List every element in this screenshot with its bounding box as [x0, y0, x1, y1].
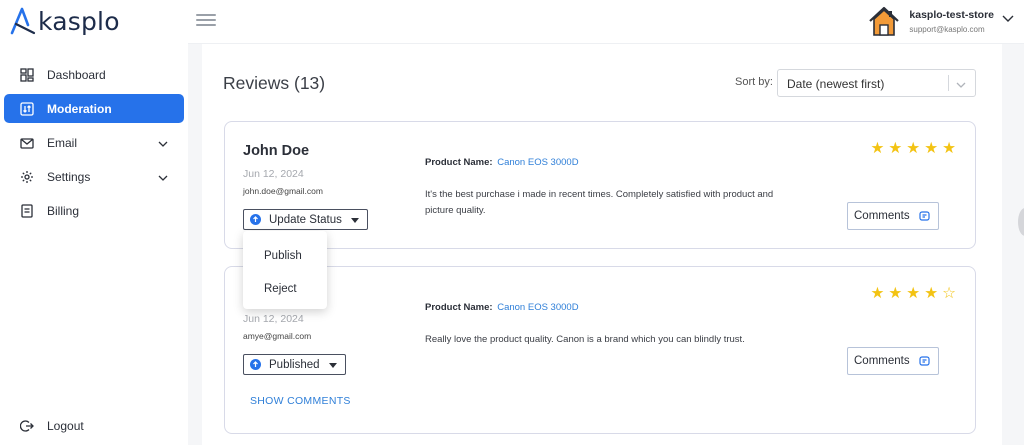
- dashboard-icon: [20, 67, 34, 82]
- chevron-down-icon: [158, 137, 168, 151]
- logo-mark-icon: [10, 7, 36, 35]
- sidebar-item-dashboard[interactable]: Dashboard: [4, 60, 184, 89]
- kasplo-logo[interactable]: kasplo: [10, 4, 120, 38]
- chevron-down-icon[interactable]: [1002, 10, 1014, 28]
- store-name: kasplo-test-store: [909, 8, 994, 21]
- reviewer-name: John Doe: [243, 143, 310, 159]
- status-label: Update Status: [269, 213, 342, 226]
- review-text: Really love the product quality. Canon i…: [425, 334, 745, 345]
- star-filled-icon: ★: [906, 140, 921, 157]
- top-bar: kasplo-test-store support@kasplo.com: [188, 0, 1024, 44]
- product-link[interactable]: Canon EOS 3000D: [497, 302, 578, 313]
- billing-icon: [20, 203, 34, 218]
- star-filled-icon: ★: [942, 140, 956, 157]
- sidebar-item-moderation[interactable]: Moderation: [4, 94, 184, 123]
- product-line: Product Name: Canon EOS 3000D: [425, 302, 579, 313]
- reviewer-email: john.doe@gmail.com: [243, 186, 323, 196]
- show-comments-link[interactable]: SHOW COMMENTS: [250, 395, 351, 407]
- reviewer-email: amye@gmail.com: [243, 331, 312, 341]
- star-filled-icon: ★: [888, 285, 903, 302]
- comment-icon: [919, 355, 930, 367]
- chevron-down-icon: [956, 78, 966, 92]
- arrow-up-circle-icon: [250, 214, 261, 225]
- logout-button[interactable]: Logout: [20, 419, 84, 433]
- sidebar-item-label: Billing: [47, 203, 80, 218]
- menu-item-reject[interactable]: Reject: [243, 272, 327, 305]
- sidebar-item-label: Email: [47, 135, 78, 150]
- update-status-button[interactable]: Update Status: [243, 209, 368, 230]
- scroll-handle[interactable]: [1018, 208, 1024, 236]
- select-divider: [948, 75, 949, 91]
- sidebar-item-label: Moderation: [47, 101, 112, 116]
- star-filled-icon: ★: [906, 285, 921, 302]
- email-icon: [20, 136, 34, 150]
- page-title: Reviews (13): [223, 73, 326, 93]
- chevron-down-icon: [158, 171, 168, 185]
- sidebar-nav: Dashboard Moderation Email Settings Bill…: [4, 60, 184, 230]
- sidebar: kasplo Dashboard Moderation Email Settin…: [0, 0, 188, 445]
- comments-button[interactable]: Comments: [847, 347, 939, 375]
- star-rating: ★ ★ ★ ★ ★: [866, 139, 956, 158]
- logo-text: kasplo: [38, 6, 120, 36]
- star-filled-icon: ★: [870, 285, 885, 302]
- product-label: Product Name:: [425, 157, 493, 168]
- comments-label: Comments: [854, 210, 910, 222]
- published-status-button[interactable]: Published: [243, 354, 346, 375]
- star-rating: ★ ★ ★ ★ ☆: [866, 284, 956, 303]
- store-info: kasplo-test-store support@kasplo.com: [909, 9, 994, 34]
- star-filled-icon: ★: [924, 140, 939, 157]
- sort-label: Sort by:: [735, 76, 773, 88]
- sort-select[interactable]: Date (newest first): [777, 69, 976, 97]
- sort-select-value: Date (newest first): [787, 77, 885, 91]
- logout-icon: [20, 419, 34, 433]
- star-filled-icon: ★: [924, 285, 939, 302]
- menu-item-publish[interactable]: Publish: [243, 239, 327, 272]
- sidebar-item-label: Dashboard: [47, 67, 106, 82]
- store-email: support@kasplo.com: [909, 24, 985, 34]
- star-empty-icon: ☆: [942, 285, 956, 302]
- star-filled-icon: ★: [870, 140, 885, 157]
- product-label: Product Name:: [425, 302, 493, 313]
- status-dropdown-menu: Publish Reject: [243, 231, 327, 309]
- store-switcher[interactable]: kasplo-test-store support@kasplo.com: [867, 4, 1014, 38]
- caret-down-icon: [350, 214, 359, 226]
- review-text: It's the best purchase i made in recent …: [425, 189, 774, 216]
- review-card: John Doe Jun 12, 2024 john.doe@gmail.com…: [224, 121, 976, 249]
- sidebar-item-label: Settings: [47, 169, 91, 184]
- star-filled-icon: ★: [888, 140, 903, 157]
- comments-label: Comments: [854, 355, 910, 367]
- logout-label: Logout: [47, 419, 84, 433]
- product-link[interactable]: Canon EOS 3000D: [497, 157, 578, 168]
- moderation-icon: [20, 101, 34, 116]
- arrow-up-circle-icon: [250, 359, 261, 370]
- sidebar-item-billing[interactable]: Billing: [4, 196, 184, 225]
- sidebar-item-email[interactable]: Email: [4, 128, 184, 157]
- gear-icon: [20, 170, 34, 184]
- sidebar-item-settings[interactable]: Settings: [4, 162, 184, 191]
- review-card: Jun 12, 2024 amye@gmail.com Published Pr…: [224, 266, 976, 434]
- review-date: Jun 12, 2024: [243, 168, 304, 180]
- store-avatar-icon: [869, 6, 900, 36]
- review-date: Jun 12, 2024: [243, 313, 304, 325]
- status-label: Published: [269, 358, 320, 371]
- hamburger-menu-icon[interactable]: [196, 14, 216, 28]
- comments-button[interactable]: Comments: [847, 202, 939, 230]
- caret-down-icon: [328, 359, 337, 371]
- comment-icon: [919, 210, 930, 222]
- product-line: Product Name: Canon EOS 3000D: [425, 157, 579, 168]
